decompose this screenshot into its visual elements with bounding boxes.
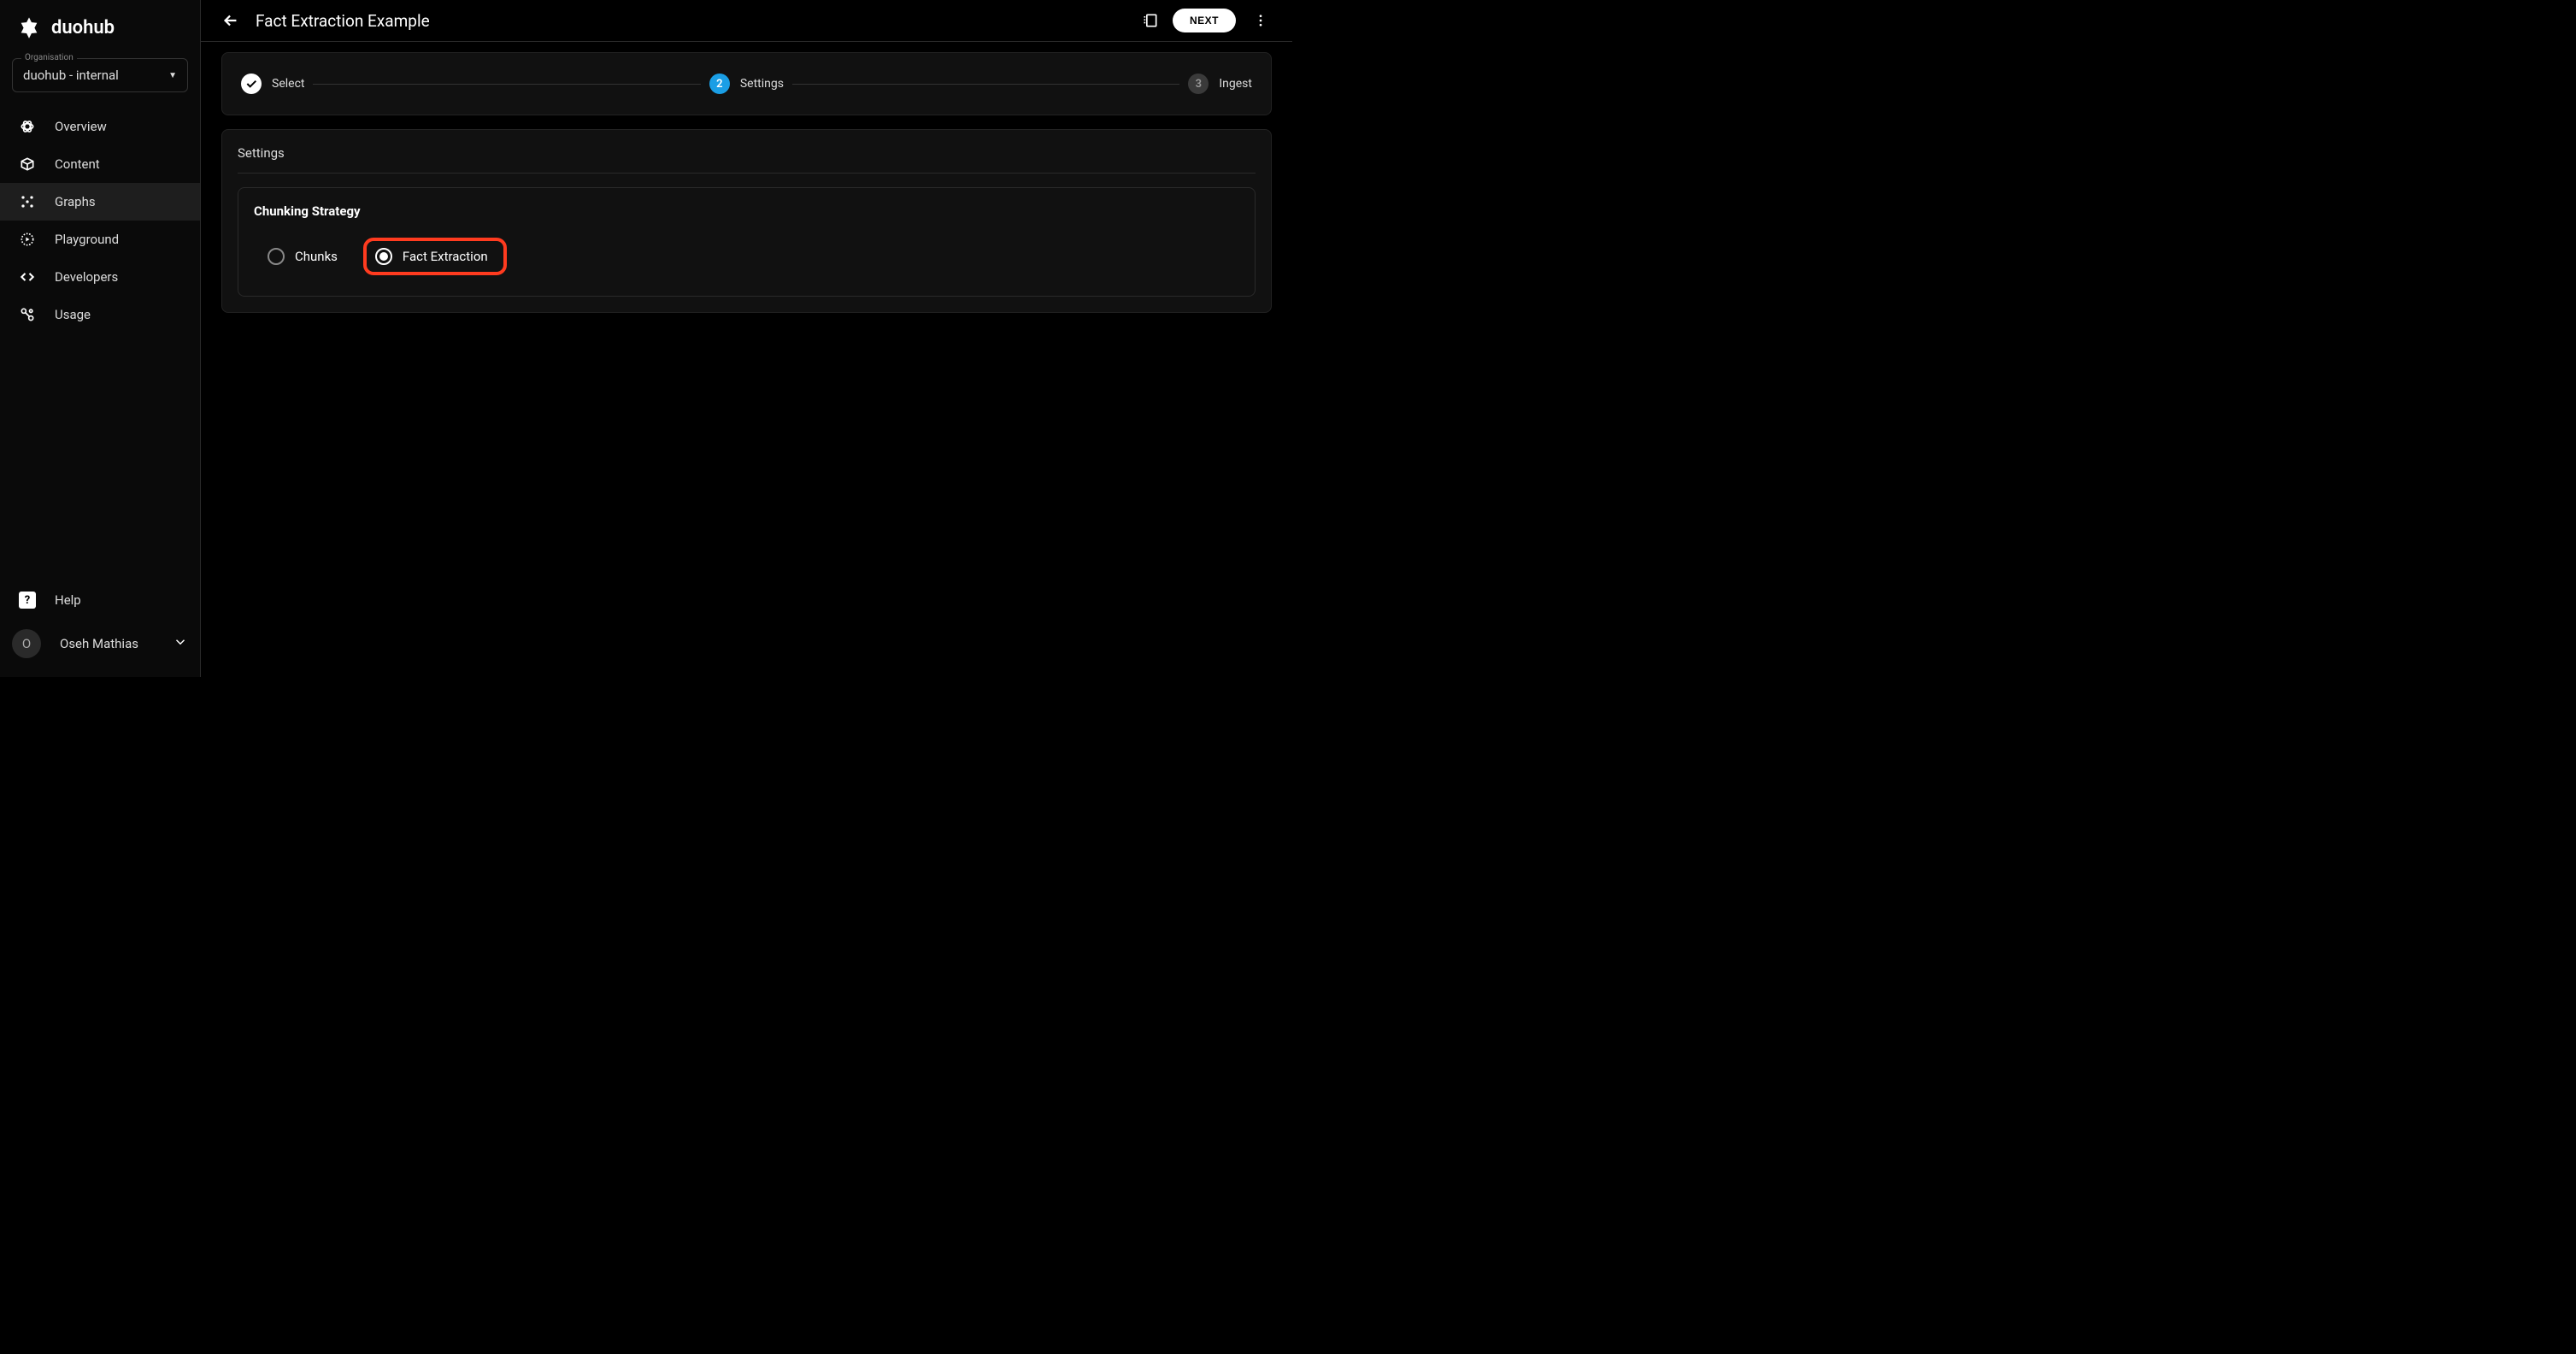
sidebar-item-label: Developers [55,269,118,285]
page-title: Fact Extraction Example [256,11,1126,31]
step-select[interactable]: Select [241,74,304,94]
chunking-strategy-box: Chunking Strategy Chunks Fact Extraction [238,187,1256,297]
next-button[interactable]: NEXT [1173,9,1236,32]
divider [238,173,1256,174]
radio-fact-extraction[interactable]: Fact Extraction [363,238,507,275]
help-icon: ? [19,592,36,609]
sidebar-item-usage[interactable]: Usage [0,296,200,333]
header: Fact Extraction Example NEXT [201,0,1292,42]
step-ingest[interactable]: 3 Ingest [1188,74,1252,94]
playground-icon [19,231,36,248]
step-number: 2 [709,74,730,94]
sidebar-item-developers[interactable]: Developers [0,258,200,296]
card-title: Settings [238,145,1256,161]
logo[interactable]: duohub [0,0,200,51]
sidebar-item-playground[interactable]: Playground [0,221,200,258]
main: Fact Extraction Example NEXT Select [201,0,1292,677]
usage-icon [19,306,36,323]
strategy-title: Chunking Strategy [254,203,1239,219]
step-connector [792,84,1179,85]
step-connector [313,84,700,85]
back-button[interactable] [221,11,240,30]
sidebar-item-content[interactable]: Content [0,145,200,183]
radio-chunks[interactable]: Chunks [254,239,351,274]
settings-card: Settings Chunking Strategy Chunks Fact E… [221,129,1272,313]
sidebar-item-label: Graphs [55,194,96,209]
stepper: Select 2 Settings 3 Ingest [221,52,1272,115]
sidebar-item-label: Overview [55,119,107,134]
org-selector[interactable]: Organisation duohub - internal ▼ [12,58,188,92]
more-menu-icon[interactable] [1250,13,1272,28]
logo-text: duohub [51,17,115,38]
graphs-icon [19,193,36,210]
step-label: Settings [740,77,784,91]
user-menu[interactable]: O Oseh Mathias [0,619,200,668]
org-label: Organisation [21,53,77,62]
radio-icon [375,248,392,265]
nav: Overview Content Graphs Playground [0,108,200,581]
org-value: duohub - internal [23,68,119,83]
sidebar-item-label: Usage [55,307,91,322]
sidebar-item-label: Content [55,156,100,172]
sidebar-item-overview[interactable]: Overview [0,108,200,145]
chevron-down-icon [173,634,188,653]
sidebar-item-graphs[interactable]: Graphs [0,183,200,221]
caret-down-icon: ▼ [168,71,177,80]
step-settings[interactable]: 2 Settings [709,74,784,94]
sidebar-item-label: Help [55,592,81,608]
step-label: Ingest [1219,77,1252,91]
radio-icon [268,248,285,265]
logo-icon [17,15,41,39]
panel-toggle-icon[interactable] [1142,12,1159,29]
user-name: Oseh Mathias [60,636,154,651]
avatar: O [12,629,41,658]
overview-icon [19,118,36,135]
step-number: 3 [1188,74,1209,94]
radio-label: Chunks [295,249,338,264]
sidebar-item-help[interactable]: ? Help [0,581,200,619]
check-icon [241,74,262,94]
sidebar-item-label: Playground [55,232,119,247]
radio-label: Fact Extraction [403,249,488,264]
step-label: Select [272,77,304,91]
content-icon [19,156,36,173]
code-icon [19,268,36,286]
sidebar: duohub Organisation duohub - internal ▼ … [0,0,201,677]
